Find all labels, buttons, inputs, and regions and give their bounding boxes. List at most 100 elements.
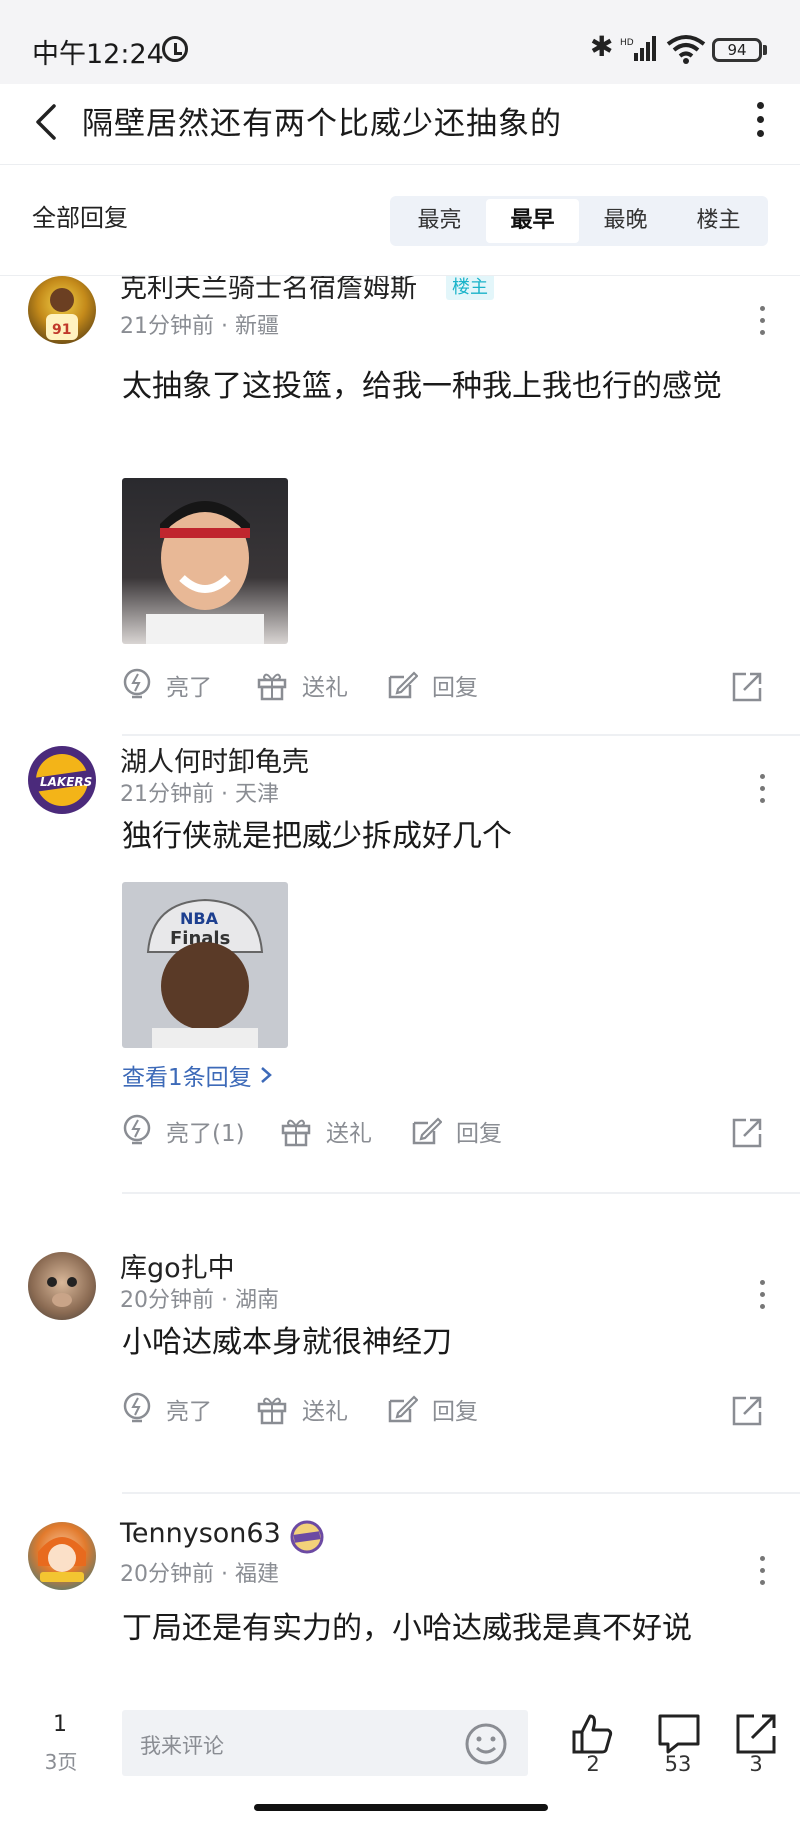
gift-icon [257,1397,287,1425]
avatar-image: 91 [46,288,78,340]
light-button[interactable]: 亮了 [122,1392,212,1426]
home-indicator[interactable] [254,1804,548,1811]
back-arrow-icon[interactable] [30,100,70,144]
avatar[interactable]: LAKERS [28,746,96,814]
tab-latest[interactable]: 最晚 [579,199,672,243]
gift-button[interactable]: 送礼 [280,1114,372,1148]
more-options-icon[interactable] [742,98,778,142]
username[interactable]: 克利夫兰骑士名宿詹姆斯 [120,276,417,305]
gift-button[interactable]: 送礼 [256,1392,348,1426]
post-content: 独行侠就是把威少拆成好几个 [122,819,512,854]
reply-button[interactable]: 回复 [386,1392,478,1426]
username[interactable]: 湖人何时卸龟壳 [120,740,309,779]
emoji-icon[interactable] [464,1722,508,1766]
gift-icon [281,1119,311,1147]
bulb-icon [123,1392,151,1423]
edit-icon [412,1117,442,1145]
post-image-art [146,501,264,644]
reply-item: LAKERS 湖人何时卸龟壳 21分钟前 · 天津 独行侠就是把威少拆成好几个 … [0,740,800,1248]
share-count: 3 [749,1752,763,1776]
view-replies-link[interactable]: 查看1条回复 [122,1058,273,1092]
share-icon [732,672,762,702]
share-button[interactable] [730,1394,764,1432]
light-label: 亮了(1) [166,1121,245,1147]
light-button[interactable]: 亮了(1) [122,1114,245,1148]
reply-feed: 91 克利夫兰骑士名宿詹姆斯 楼主 21分钟前 · 新疆 太抽象了这投篮，给我一… [0,276,800,1706]
page-title: 隔壁居然还有两个比威少还抽象的 [82,106,562,142]
bulb-icon [123,668,151,699]
chevron-right-icon [261,1067,272,1083]
post-time: 21分钟前 [120,314,214,339]
username[interactable]: 库go扎中 [120,1246,235,1285]
action-bar: 亮了 送礼 回复 [122,1392,772,1436]
edit-icon [388,671,418,699]
thumbs-up-icon[interactable] [570,1712,616,1756]
bluetooth-icon: ✱ [590,30,614,63]
reply-button[interactable]: 回复 [410,1114,502,1148]
post-time: 21分钟前 [120,782,214,807]
avatar[interactable] [28,1252,96,1320]
post-time: 20分钟前 [120,1288,214,1313]
tab-op-only[interactable]: 楼主 [672,199,765,243]
reply-item: 库go扎中 20分钟前 · 湖南 小哈达威本身就很神经刀 亮了 送礼 回复 [0,1246,800,1522]
username[interactable]: Tennyson63 [120,1518,281,1549]
bulb-icon [123,1114,151,1145]
op-badge: 楼主 [446,276,494,300]
avatar[interactable]: 91 [28,276,96,344]
svg-text:NBA: NBA [180,909,219,928]
gift-label: 送礼 [302,675,348,701]
view-replies-label: 查看1条回复 [122,1065,252,1091]
post-more-icon[interactable] [750,770,778,810]
post-time: 20分钟前 [120,1562,214,1587]
comment-count: 53 [664,1752,692,1776]
post-location: 湖南 [234,1288,279,1313]
post-content: 小哈达威本身就很神经刀 [122,1325,452,1360]
action-bar: 亮了 送礼 回复 [122,668,772,712]
meta-separator: · [214,314,235,339]
post-content: 丁局还是有实力的，小哈达威我是真不好说 [122,1611,692,1646]
share-button[interactable] [730,1116,764,1154]
share-icon[interactable] [734,1712,780,1756]
share-button[interactable] [730,670,764,708]
like-count: 2 [586,1752,600,1776]
avatar[interactable] [28,1522,96,1590]
post-location: 新疆 [234,314,279,339]
divider [122,1492,800,1494]
svg-text:HD: HD [620,38,634,48]
divider [122,1192,800,1194]
tab-earliest[interactable]: 最早 [486,199,579,243]
page-total[interactable]: 3页 [36,1746,86,1775]
light-button[interactable]: 亮了 [122,668,212,702]
svg-text:91: 91 [52,322,71,338]
post-image[interactable] [122,478,288,644]
light-label: 亮了 [166,1399,212,1425]
battery-tip [763,45,767,55]
post-more-icon[interactable] [750,1276,778,1316]
gift-button[interactable]: 送礼 [256,668,348,702]
post-more-icon[interactable] [750,1552,778,1592]
post-content: 太抽象了这投篮，给我一种我上我也行的感觉 [122,369,722,404]
gift-label: 送礼 [302,1399,348,1425]
post-image-art: NBA Finals [146,898,264,1048]
tab-brightest[interactable]: 最亮 [393,199,486,243]
svg-text:LAKERS: LAKERS [40,775,92,789]
post-more-icon[interactable] [750,302,778,342]
wifi-icon [666,35,706,64]
comment-icon[interactable] [656,1712,702,1756]
post-meta: 21分钟前 · 天津 [120,776,279,808]
reply-label: 回复 [456,1121,502,1147]
action-bar: 亮了(1) 送礼 回复 [122,1114,772,1158]
reply-button[interactable]: 回复 [386,668,478,702]
alarm-icon [162,36,188,62]
anime-avatar [38,1537,86,1582]
all-replies-label: 全部回复 [32,204,128,232]
post-image[interactable]: NBA Finals [122,882,288,1048]
light-label: 亮了 [166,675,212,701]
post-meta: 21分钟前 · 新疆 [120,308,279,340]
gift-label: 送礼 [326,1121,372,1147]
reply-label: 回复 [432,1399,478,1425]
post-meta: 20分钟前 · 湖南 [120,1282,279,1314]
page-current[interactable]: 1 [40,1712,80,1737]
post-location: 福建 [234,1562,279,1587]
meta-separator: · [214,1288,235,1313]
